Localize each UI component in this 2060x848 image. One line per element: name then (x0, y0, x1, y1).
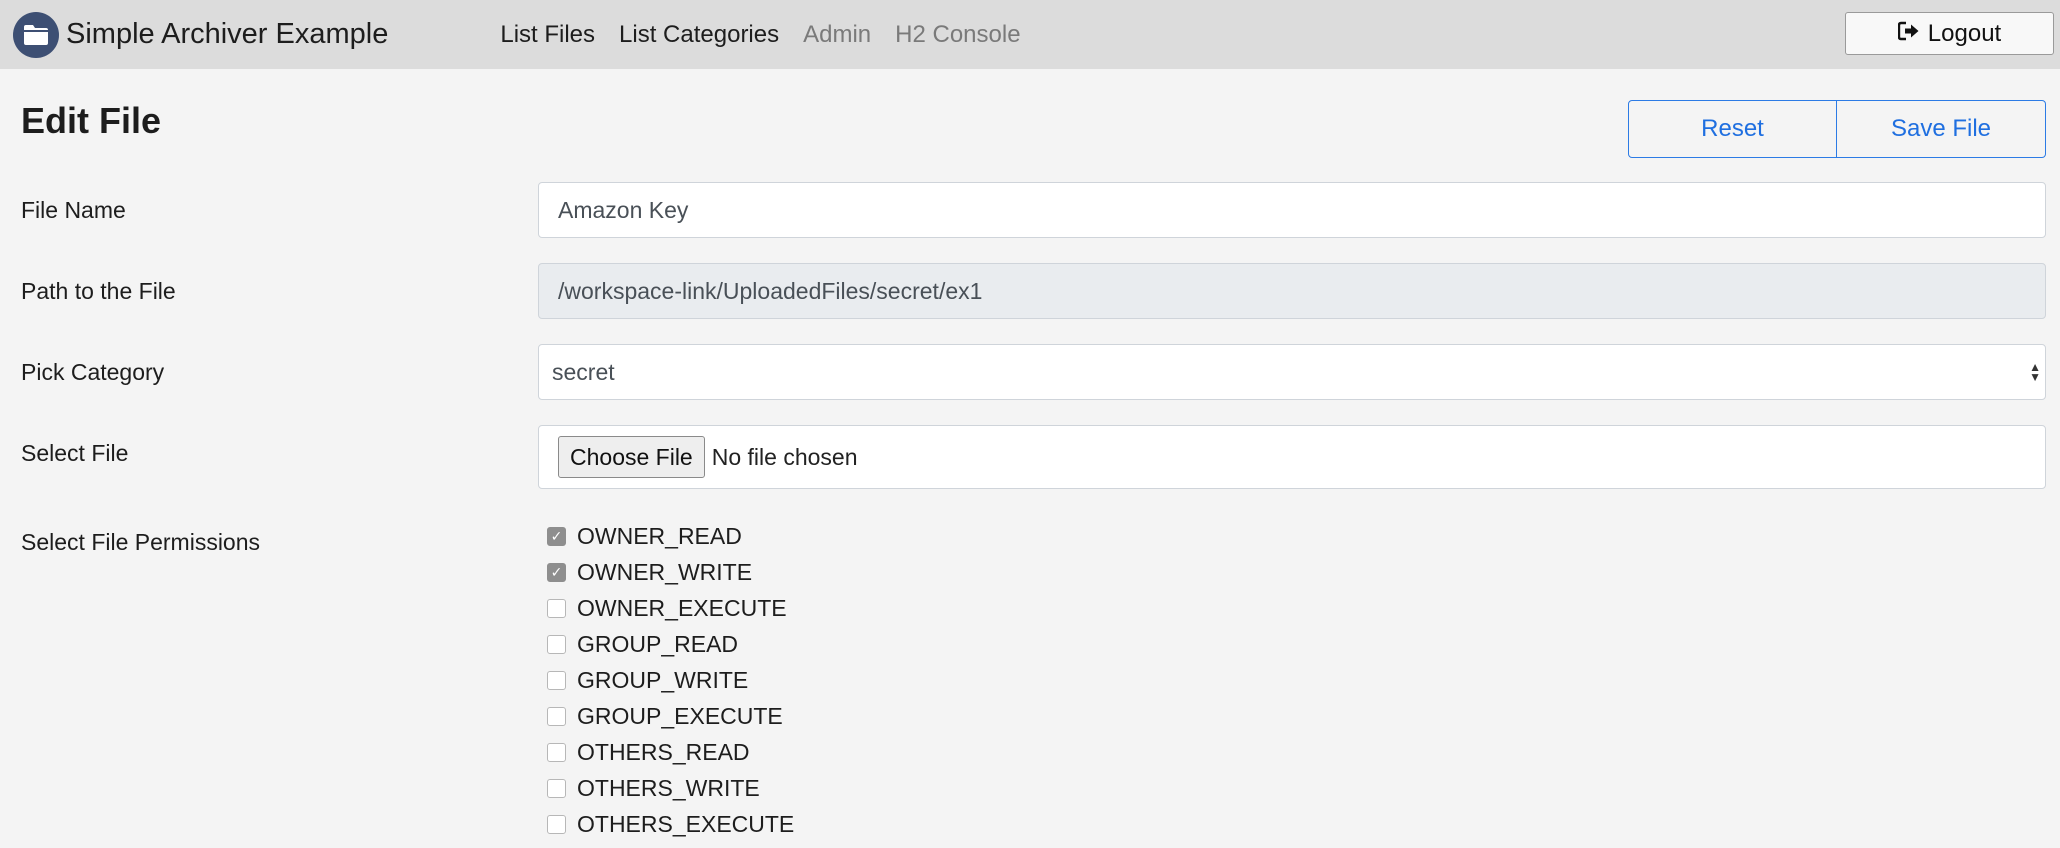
folder-icon (13, 11, 59, 58)
nav-link-h2-console[interactable]: H2 Console (895, 21, 1020, 49)
category-label: Pick Category (21, 359, 165, 385)
page-title: Edit File (21, 100, 162, 141)
path-value: /workspace-link/UploadedFiles/secret/ex1 (558, 277, 983, 304)
file-status: No file chosen (711, 443, 858, 470)
permission-item[interactable]: OTHERS_WRITE (547, 770, 794, 806)
file-name-label: File Name (21, 197, 126, 223)
permission-label: GROUP_WRITE (577, 666, 749, 693)
permission-item[interactable]: OTHERS_READ (547, 734, 794, 770)
permission-label: OWNER_EXECUTE (577, 594, 787, 621)
permission-label: GROUP_EXECUTE (577, 702, 783, 729)
logout-label: Logout (1927, 19, 2002, 47)
permission-item[interactable]: GROUP_READ (547, 626, 794, 662)
logout-button[interactable]: Logout (1845, 12, 2054, 55)
permission-label: OTHERS_READ (577, 738, 750, 765)
navbar: Simple Archiver Example List Files List … (0, 0, 2060, 69)
owner-execute-checkbox[interactable] (547, 598, 566, 618)
group-write-checkbox[interactable] (547, 670, 566, 690)
path-field: /workspace-link/UploadedFiles/secret/ex1 (538, 263, 2046, 319)
nav-links: List Files List Categories Admin H2 Cons… (500, 21, 1044, 49)
permissions-label: Select File Permissions (21, 529, 261, 555)
choose-file-button[interactable]: Choose File (558, 436, 705, 478)
file-input: Choose File No file chosen (538, 425, 2046, 489)
brand-title: Simple Archiver Example (66, 18, 389, 50)
permission-label: GROUP_READ (577, 630, 739, 657)
others-read-checkbox[interactable] (547, 742, 566, 762)
category-selected-value: secret (552, 358, 615, 385)
sign-out-icon (1897, 20, 1920, 48)
group-execute-checkbox[interactable] (547, 706, 566, 726)
permission-item[interactable]: ✓ OWNER_WRITE (547, 554, 794, 590)
save-file-button[interactable]: Save File (1837, 100, 2046, 158)
permission-label: OTHERS_WRITE (577, 774, 760, 801)
nav-link-admin[interactable]: Admin (803, 21, 871, 49)
owner-write-checkbox[interactable]: ✓ (547, 562, 566, 582)
select-arrows-icon: ▲ ▼ (2029, 360, 2041, 384)
permission-item[interactable]: OTHERS_EXECUTE (547, 806, 794, 842)
file-name-field[interactable] (538, 182, 2046, 238)
permission-label: OTHERS_EXECUTE (577, 810, 795, 837)
permission-label: OWNER_WRITE (577, 558, 753, 585)
permission-item[interactable]: GROUP_EXECUTE (547, 698, 794, 734)
nav-link-list-categories[interactable]: List Categories (619, 21, 779, 49)
others-write-checkbox[interactable] (547, 778, 566, 798)
permission-item[interactable]: ✓ OWNER_READ (547, 518, 794, 554)
form-actions: Reset Save File (1628, 100, 2046, 158)
nav-link-list-files[interactable]: List Files (500, 21, 595, 49)
brand[interactable]: Simple Archiver Example (13, 11, 389, 58)
permission-item[interactable]: OWNER_EXECUTE (547, 590, 794, 626)
permission-label: OWNER_READ (577, 522, 742, 549)
others-execute-checkbox[interactable] (547, 814, 566, 834)
reset-button[interactable]: Reset (1628, 100, 1837, 158)
file-name-input[interactable] (558, 196, 2045, 224)
select-file-label: Select File (21, 440, 129, 466)
owner-read-checkbox[interactable]: ✓ (547, 526, 566, 546)
permissions-list: ✓ OWNER_READ ✓ OWNER_WRITE OWNER_EXECUTE… (547, 518, 794, 842)
group-read-checkbox[interactable] (547, 634, 566, 654)
path-label: Path to the File (21, 278, 176, 304)
category-select[interactable]: secret ▲ ▼ (538, 344, 2046, 400)
permission-item[interactable]: GROUP_WRITE (547, 662, 794, 698)
